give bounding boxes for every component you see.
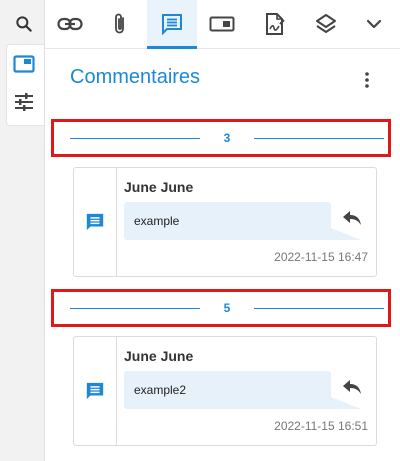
comment-author: June June (124, 179, 194, 195)
comment-bubble: example2 (124, 371, 361, 409)
comment-card: June June example 2022-11-15 16:47 (73, 167, 377, 277)
comment-card: June June example2 2022-11-15 16:51 (73, 336, 377, 446)
comment-icon (86, 382, 104, 400)
panel-toggle-icon[interactable] (10, 50, 38, 78)
more-options-icon[interactable] (357, 68, 377, 92)
tab-tags[interactable] (197, 0, 247, 48)
divider (254, 308, 384, 309)
comment-text: example (134, 214, 180, 228)
tab-more[interactable] (349, 0, 399, 48)
document-sign-icon (266, 13, 285, 35)
search-icon[interactable] (10, 10, 38, 38)
comment-gutter (74, 337, 117, 445)
reply-icon[interactable] (340, 375, 364, 399)
left-toolbar (0, 0, 45, 461)
sliders-icon[interactable] (10, 88, 38, 116)
comments-panel: Commentaires 3 June June example 2022-11… (44, 0, 400, 461)
tab-attachments[interactable] (95, 0, 145, 48)
tab-links[interactable] (45, 0, 95, 48)
divider (70, 308, 200, 309)
divider (70, 138, 200, 139)
divider (254, 138, 384, 139)
chevron-down-icon (366, 19, 382, 29)
tab-bar (45, 0, 400, 49)
comment-icon (86, 213, 104, 231)
thread-separator[interactable]: 3 (51, 119, 391, 157)
tab-layers[interactable] (301, 0, 351, 48)
tab-comments[interactable] (147, 0, 197, 49)
link-icon (57, 17, 83, 31)
panel-title: Commentaires (70, 66, 201, 88)
tag-icon (209, 16, 235, 32)
tab-signature[interactable] (250, 0, 300, 48)
comment-gutter (74, 168, 117, 276)
paperclip-icon (115, 13, 124, 34)
comment-timestamp: 2022-11-15 16:47 (274, 250, 368, 264)
comment-timestamp: 2022-11-15 16:51 (274, 419, 368, 433)
comment-text: example2 (134, 383, 187, 397)
layers-icon (316, 14, 336, 33)
comment-author: June June (124, 348, 194, 364)
comment-icon (162, 14, 182, 35)
thread-separator[interactable]: 5 (51, 289, 391, 327)
thread-number: 5 (223, 301, 231, 315)
reply-icon[interactable] (340, 206, 364, 230)
thread-number: 3 (223, 131, 231, 145)
comment-bubble: example (124, 202, 361, 240)
